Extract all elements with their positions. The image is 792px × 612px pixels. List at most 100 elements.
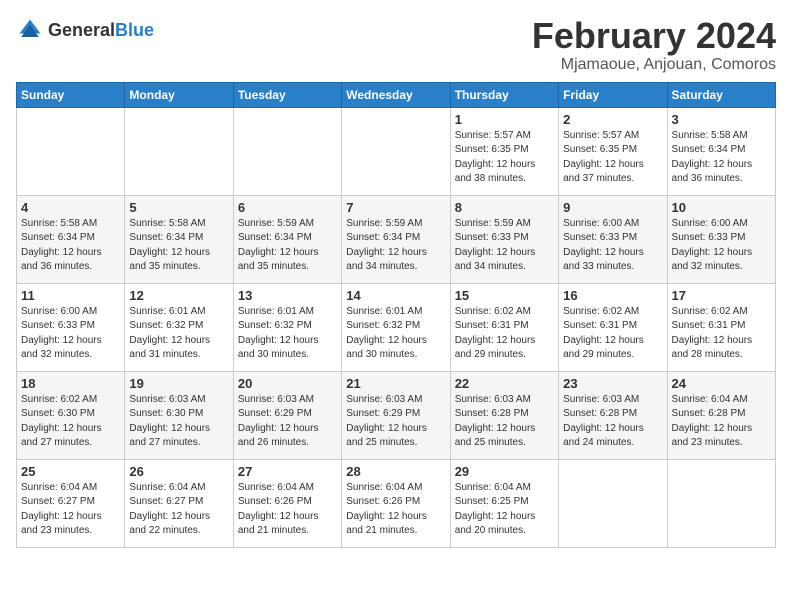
- calendar-cell: 5Sunrise: 5:58 AM Sunset: 6:34 PM Daylig…: [125, 195, 233, 283]
- day-info: Sunrise: 6:00 AM Sunset: 6:33 PM Dayligh…: [21, 305, 120, 363]
- logo-blue: Blue: [115, 20, 154, 40]
- day-number: 11: [21, 288, 120, 303]
- day-number: 22: [455, 376, 554, 391]
- day-number: 17: [672, 288, 771, 303]
- page-header: GeneralBlue February 2024 Mjamaoue, Anjo…: [16, 16, 776, 74]
- day-info: Sunrise: 5:57 AM Sunset: 6:35 PM Dayligh…: [563, 129, 662, 187]
- day-info: Sunrise: 5:57 AM Sunset: 6:35 PM Dayligh…: [455, 129, 554, 187]
- day-number: 16: [563, 288, 662, 303]
- day-number: 24: [672, 376, 771, 391]
- calendar-cell: 2 Sunrise: 5:57 AM Sunset: 6:35 PM Daylig…: [559, 107, 667, 195]
- day-number: 14: [346, 288, 445, 303]
- day-number: 12: [129, 288, 228, 303]
- day-info: Sunrise: 6:03 AM Sunset: 6:29 PM Dayligh…: [346, 393, 445, 451]
- calendar-cell: 21Sunrise: 6:03 AM Sunset: 6:29 PM Dayli…: [342, 371, 450, 459]
- week-row-3: 11 Sunrise: 6:00 AM Sunset: 6:33 PM Dayli…: [17, 283, 776, 371]
- day-number: 2: [563, 112, 662, 127]
- day-info: Sunrise: 6:02 AM Sunset: 6:30 PM Dayligh…: [21, 393, 120, 451]
- week-row-4: 18 Sunrise: 6:02 AM Sunset: 6:30 PM Dayli…: [17, 371, 776, 459]
- location-title: Mjamaoue, Anjouan, Comoros: [532, 56, 776, 74]
- day-info: Sunrise: 6:04 AM Sunset: 6:25 PM Dayligh…: [455, 481, 554, 539]
- calendar-cell: 25Sunrise: 6:04 AM Sunset: 6:27 PM Dayli…: [17, 459, 125, 547]
- day-info: Sunrise: 6:00 AM Sunset: 6:33 PM Dayligh…: [563, 217, 662, 275]
- day-number: 28: [346, 464, 445, 479]
- day-info: Sunrise: 6:04 AM Sunset: 6:27 PM Dayligh…: [129, 481, 228, 539]
- day-number: 4: [21, 200, 120, 215]
- logo-general: General: [48, 20, 115, 40]
- calendar-cell: 20 Sunrise: 6:03 AM Sunset: 6:29 PM Dayli…: [233, 371, 341, 459]
- day-number: 7: [346, 200, 445, 215]
- day-number: 9: [563, 200, 662, 215]
- week-row-2: 4 Sunrise: 5:58 AM Sunset: 6:34 PM Daylig…: [17, 195, 776, 283]
- day-info: Sunrise: 5:58 AM Sunset: 6:34 PM Dayligh…: [129, 217, 228, 275]
- day-info: Sunrise: 5:59 AM Sunset: 6:34 PM Dayligh…: [238, 217, 337, 275]
- calendar-cell: 19 Sunrise: 6:03 AM Sunset: 6:30 PM Dayli…: [125, 371, 233, 459]
- calendar-cell: [559, 459, 667, 547]
- day-number: 19: [129, 376, 228, 391]
- calendar-cell: 28 Sunrise: 6:04 AM Sunset: 6:26 PM Dayli…: [342, 459, 450, 547]
- header-day-friday: Friday: [559, 82, 667, 107]
- calendar-cell: 8Sunrise: 5:59 AM Sunset: 6:33 PM Daylig…: [450, 195, 558, 283]
- week-row-1: 1Sunrise: 5:57 AM Sunset: 6:35 PM Daylig…: [17, 107, 776, 195]
- day-info: Sunrise: 6:03 AM Sunset: 6:28 PM Dayligh…: [563, 393, 662, 451]
- calendar-cell: 17Sunrise: 6:02 AM Sunset: 6:31 PM Dayli…: [667, 283, 775, 371]
- day-number: 26: [129, 464, 228, 479]
- calendar-cell: 12 Sunrise: 6:01 AM Sunset: 6:32 PM Dayli…: [125, 283, 233, 371]
- logo: GeneralBlue: [16, 16, 154, 44]
- calendar-cell: [17, 107, 125, 195]
- calendar-cell: 26 Sunrise: 6:04 AM Sunset: 6:27 PM Dayli…: [125, 459, 233, 547]
- day-info: Sunrise: 6:01 AM Sunset: 6:32 PM Dayligh…: [238, 305, 337, 363]
- calendar-header: SundayMondayTuesdayWednesdayThursdayFrid…: [17, 82, 776, 107]
- day-number: 15: [455, 288, 554, 303]
- day-number: 10: [672, 200, 771, 215]
- calendar-cell: 1Sunrise: 5:57 AM Sunset: 6:35 PM Daylig…: [450, 107, 558, 195]
- title-block: February 2024 Mjamaoue, Anjouan, Comoros: [532, 16, 776, 74]
- calendar-cell: 13 Sunrise: 6:01 AM Sunset: 6:32 PM Dayli…: [233, 283, 341, 371]
- day-info: Sunrise: 6:03 AM Sunset: 6:30 PM Dayligh…: [129, 393, 228, 451]
- day-number: 27: [238, 464, 337, 479]
- day-info: Sunrise: 5:58 AM Sunset: 6:34 PM Dayligh…: [672, 129, 771, 187]
- day-number: 6: [238, 200, 337, 215]
- day-number: 13: [238, 288, 337, 303]
- header-day-monday: Monday: [125, 82, 233, 107]
- day-info: Sunrise: 6:04 AM Sunset: 6:26 PM Dayligh…: [346, 481, 445, 539]
- calendar-cell: [667, 459, 775, 547]
- day-number: 18: [21, 376, 120, 391]
- day-number: 20: [238, 376, 337, 391]
- calendar-cell: 3Sunrise: 5:58 AM Sunset: 6:34 PM Daylig…: [667, 107, 775, 195]
- header-day-saturday: Saturday: [667, 82, 775, 107]
- day-info: Sunrise: 6:02 AM Sunset: 6:31 PM Dayligh…: [563, 305, 662, 363]
- day-number: 23: [563, 376, 662, 391]
- logo-icon: [16, 16, 44, 44]
- calendar-cell: 6 Sunrise: 5:59 AM Sunset: 6:34 PM Daylig…: [233, 195, 341, 283]
- calendar-cell: [342, 107, 450, 195]
- day-info: Sunrise: 5:59 AM Sunset: 6:33 PM Dayligh…: [455, 217, 554, 275]
- day-info: Sunrise: 6:00 AM Sunset: 6:33 PM Dayligh…: [672, 217, 771, 275]
- calendar-cell: 10 Sunrise: 6:00 AM Sunset: 6:33 PM Dayli…: [667, 195, 775, 283]
- calendar-cell: 24 Sunrise: 6:04 AM Sunset: 6:28 PM Dayli…: [667, 371, 775, 459]
- header-day-thursday: Thursday: [450, 82, 558, 107]
- week-row-5: 25 Sunrise: 6:04 AM Sunset: 6:27 PM Dayli…: [17, 459, 776, 547]
- calendar-cell: [125, 107, 233, 195]
- day-number: 25: [21, 464, 120, 479]
- header-day-wednesday: Wednesday: [342, 82, 450, 107]
- calendar-cell: 23 Sunrise: 6:03 AM Sunset: 6:28 PM Dayli…: [559, 371, 667, 459]
- calendar-body: 1Sunrise: 5:57 AM Sunset: 6:35 PM Daylig…: [17, 107, 776, 547]
- day-info: Sunrise: 6:04 AM Sunset: 6:26 PM Dayligh…: [238, 481, 337, 539]
- calendar-cell: 14 Sunrise: 6:01 AM Sunset: 6:32 PM Dayli…: [342, 283, 450, 371]
- calendar-cell: 11 Sunrise: 6:00 AM Sunset: 6:33 PM Dayli…: [17, 283, 125, 371]
- calendar-table: SundayMondayTuesdayWednesdayThursdayFrid…: [16, 82, 776, 548]
- day-info: Sunrise: 6:01 AM Sunset: 6:32 PM Dayligh…: [129, 305, 228, 363]
- calendar-cell: 22 Sunrise: 6:03 AM Sunset: 6:28 PM Dayli…: [450, 371, 558, 459]
- day-info: Sunrise: 6:03 AM Sunset: 6:29 PM Dayligh…: [238, 393, 337, 451]
- calendar-cell: 9 Sunrise: 6:00 AM Sunset: 6:33 PM Daylig…: [559, 195, 667, 283]
- day-number: 29: [455, 464, 554, 479]
- day-info: Sunrise: 6:03 AM Sunset: 6:28 PM Dayligh…: [455, 393, 554, 451]
- calendar-cell: 4 Sunrise: 5:58 AM Sunset: 6:34 PM Daylig…: [17, 195, 125, 283]
- calendar-cell: 18 Sunrise: 6:02 AM Sunset: 6:30 PM Dayli…: [17, 371, 125, 459]
- calendar-cell: [233, 107, 341, 195]
- day-info: Sunrise: 6:04 AM Sunset: 6:28 PM Dayligh…: [672, 393, 771, 451]
- day-info: Sunrise: 5:58 AM Sunset: 6:34 PM Dayligh…: [21, 217, 120, 275]
- header-day-sunday: Sunday: [17, 82, 125, 107]
- day-info: Sunrise: 6:01 AM Sunset: 6:32 PM Dayligh…: [346, 305, 445, 363]
